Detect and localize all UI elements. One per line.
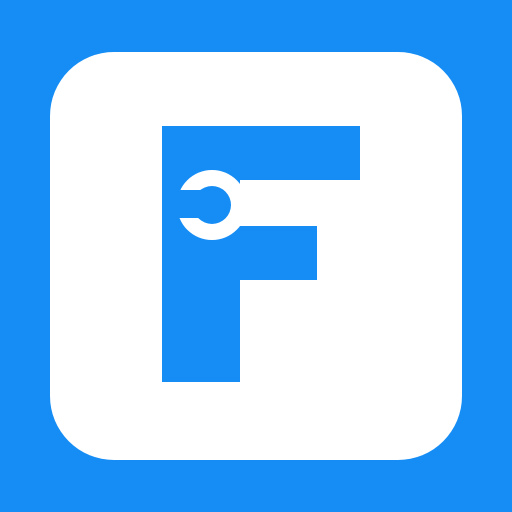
app-icon: [50, 52, 462, 460]
wrench-jaw-slot: [176, 190, 212, 218]
wrench-handle: [232, 194, 360, 226]
app-icon-canvas: [0, 0, 512, 512]
letter-f-middle-bar: [240, 226, 317, 280]
letter-f-top-bar: [162, 126, 360, 180]
